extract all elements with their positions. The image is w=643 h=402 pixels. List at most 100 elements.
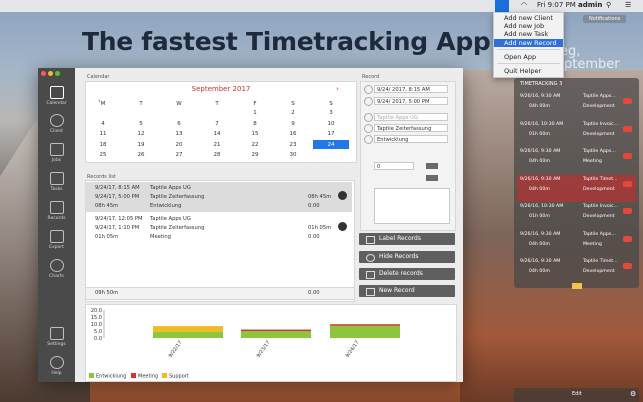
widget-record-status-icon[interactable] bbox=[623, 98, 632, 104]
menu-add-record[interactable]: Add new Record bbox=[494, 39, 563, 47]
clock[interactable]: Fri 9:07 PM bbox=[537, 1, 576, 9]
weekday-header: T bbox=[139, 101, 143, 107]
calendar-day[interactable]: 3 bbox=[312, 110, 350, 116]
calendar-day[interactable]: 21 bbox=[198, 142, 236, 148]
notifications-tab[interactable]: Notifications bbox=[583, 15, 627, 23]
calendar-day[interactable]: 30 bbox=[274, 152, 312, 158]
widget-record-status-icon[interactable] bbox=[623, 263, 632, 269]
menu-add-client[interactable]: Add new Client bbox=[494, 14, 563, 22]
hide-records-button[interactable]: Hide Records bbox=[359, 251, 455, 263]
spotlight-icon[interactable]: ⚲ bbox=[606, 1, 611, 9]
record-row[interactable]: 9/24/17, 12:05 PM 9/24/17, 1:10 PM 01h 0… bbox=[86, 213, 352, 243]
bar-entwicklung-1 bbox=[241, 331, 311, 338]
widget-record-status-icon[interactable] bbox=[623, 125, 632, 132]
calendar-day[interactable]: 15 bbox=[236, 131, 274, 137]
rate-toggle[interactable] bbox=[426, 163, 438, 169]
zoom-window-button[interactable] bbox=[55, 71, 60, 76]
wifi-icon[interactable]: ◠ bbox=[521, 1, 527, 9]
widget-add-button[interactable] bbox=[572, 283, 582, 289]
calendar-section-label: Calendar bbox=[87, 74, 110, 80]
record-client: Taptile Apps UG bbox=[150, 216, 191, 222]
user-menu[interactable]: admin bbox=[578, 1, 602, 9]
calendar-day[interactable]: 20 bbox=[160, 142, 198, 148]
sidebar-item-help[interactable]: Help bbox=[38, 356, 75, 386]
widget-record-item[interactable]: 9/26/16, 9:30 AM 04h 00m Taptile Apps... De… bbox=[517, 92, 636, 119]
menu-quit-helper[interactable]: Quit Helper bbox=[494, 67, 563, 75]
widget-record-status-icon[interactable] bbox=[623, 153, 632, 159]
widget-edit-button[interactable]: Edit bbox=[572, 391, 582, 397]
sidebar-item-records[interactable]: Records bbox=[38, 201, 75, 231]
next-month-button[interactable]: › bbox=[336, 85, 339, 93]
start-datetime-field[interactable]: 9/24/ 2017, 8:15 AM bbox=[374, 85, 448, 93]
record-row[interactable]: 9/24/17, 8:15 AM 9/24/17, 5:00 PM 08h 45… bbox=[86, 182, 352, 212]
notes-textarea[interactable] bbox=[374, 188, 450, 224]
calendar-day[interactable]: 16 bbox=[274, 131, 312, 137]
calendar-day[interactable]: 22 bbox=[236, 142, 274, 148]
menu-open-app[interactable]: Open App bbox=[494, 53, 563, 61]
calendar-day[interactable]: 23 bbox=[274, 142, 312, 148]
timer-dial-icon[interactable] bbox=[338, 222, 347, 231]
widget-record-item[interactable]: 9/26/16, 9:30 AM 04h 00m Taptile Apps... Me… bbox=[517, 230, 636, 257]
widget-record-item[interactable]: 9/26/16, 10:30 AM 01h 00m Taptile Invoic..… bbox=[517, 120, 636, 147]
calendar-day[interactable]: 8 bbox=[236, 121, 274, 127]
calendar-day[interactable]: 9 bbox=[274, 121, 312, 127]
job-select[interactable]: Taptile Zeiterfassung bbox=[374, 124, 448, 132]
calendar-day[interactable]: 27 bbox=[160, 152, 198, 158]
widget-record-date: 9/26/16, 9:30 AM bbox=[520, 259, 561, 264]
client-select[interactable]: Taptile Apps UG bbox=[374, 113, 448, 121]
widget-record-status-icon[interactable] bbox=[623, 235, 632, 242]
widget-record-status-icon[interactable] bbox=[623, 180, 632, 187]
calendar-day[interactable]: 25 bbox=[84, 152, 122, 158]
sidebar-item-export[interactable]: Export bbox=[38, 230, 75, 260]
end-datetime-field[interactable]: 9/24/ 2017, 5:00 PM bbox=[374, 97, 448, 105]
sidebar-item-tasks[interactable]: Tasks bbox=[38, 172, 75, 202]
value-field[interactable]: 0 bbox=[374, 162, 414, 170]
calendar-day[interactable]: 13 bbox=[160, 131, 198, 137]
calendar-day[interactable]: 28 bbox=[198, 152, 236, 158]
calendar-day[interactable]: 2 bbox=[274, 110, 312, 116]
new-record-button[interactable]: New Record bbox=[359, 285, 455, 297]
calendar-day[interactable]: 5 bbox=[122, 121, 160, 127]
sidebar-item-settings[interactable]: Settings bbox=[38, 327, 75, 357]
calendar-day[interactable]: 12 bbox=[122, 131, 160, 137]
task-select[interactable]: Entwicklung bbox=[374, 135, 448, 143]
notification-center-icon[interactable]: ☰ bbox=[625, 1, 631, 9]
calendar-day[interactable]: 17 bbox=[312, 131, 350, 137]
widget-settings-icon[interactable]: ⚙ bbox=[630, 390, 636, 398]
calendar-day[interactable]: 10 bbox=[312, 121, 350, 127]
calendar-icon bbox=[49, 86, 64, 99]
label-records-button[interactable]: Label Records bbox=[359, 233, 455, 245]
calendar-day[interactable]: 4 bbox=[84, 121, 122, 127]
widget-record-item[interactable]: 9/26/16, 10:30 AM 01h 00m Taptile Invoic..… bbox=[517, 202, 636, 229]
billable-toggle[interactable] bbox=[426, 175, 438, 181]
calendar-day[interactable]: 1 bbox=[236, 110, 274, 116]
widget-record-status-icon[interactable] bbox=[623, 208, 632, 214]
calendar-day[interactable]: 18 bbox=[84, 142, 122, 148]
calendar-day[interactable]: 24 bbox=[312, 142, 350, 148]
calendar-day[interactable]: 29 bbox=[236, 152, 274, 158]
timer-dial-icon[interactable] bbox=[338, 191, 347, 200]
menu-add-task[interactable]: Add new Task bbox=[494, 30, 563, 38]
delete-records-button[interactable]: Delete records bbox=[359, 268, 455, 280]
sidebar-item-charts[interactable]: Charts bbox=[38, 259, 75, 289]
sidebar-item-calendar[interactable]: Calendar bbox=[38, 86, 75, 116]
widget-record-item[interactable]: 9/26/16, 9:30 AM 04h 00m Taptile Timet... D… bbox=[517, 174, 636, 202]
sidebar-item-jobs[interactable]: Jobs bbox=[38, 143, 75, 173]
widget-record-client: Taptile Timet... bbox=[583, 259, 618, 264]
calendar-day[interactable]: 19 bbox=[122, 142, 160, 148]
widget-record-item[interactable]: 9/26/16, 9:30 AM 04h 00m Taptile Timet... D… bbox=[517, 257, 636, 284]
calendar-day[interactable]: 6 bbox=[160, 121, 198, 127]
calendar-day[interactable]: 11 bbox=[84, 131, 122, 137]
record-job: Taptile Zeiterfassung bbox=[150, 194, 205, 200]
calendar-day[interactable]: 14 bbox=[198, 131, 236, 137]
close-window-button[interactable] bbox=[41, 71, 46, 76]
widget-record-item[interactable]: 9/26/16, 9:30 AM 04h 00m Taptile Apps... Me… bbox=[517, 147, 636, 174]
menu-add-job[interactable]: Add new Job bbox=[494, 22, 563, 30]
sidebar-item-client[interactable]: Client bbox=[38, 114, 75, 144]
calendar-day[interactable]: 7 bbox=[198, 121, 236, 127]
calendar-day[interactable]: 26 bbox=[122, 152, 160, 158]
weekday-header: S bbox=[291, 101, 295, 107]
timetracking-status-icon[interactable] bbox=[495, 0, 509, 12]
record-time: 08h 45m bbox=[308, 194, 332, 200]
minimize-window-button[interactable] bbox=[48, 71, 53, 76]
